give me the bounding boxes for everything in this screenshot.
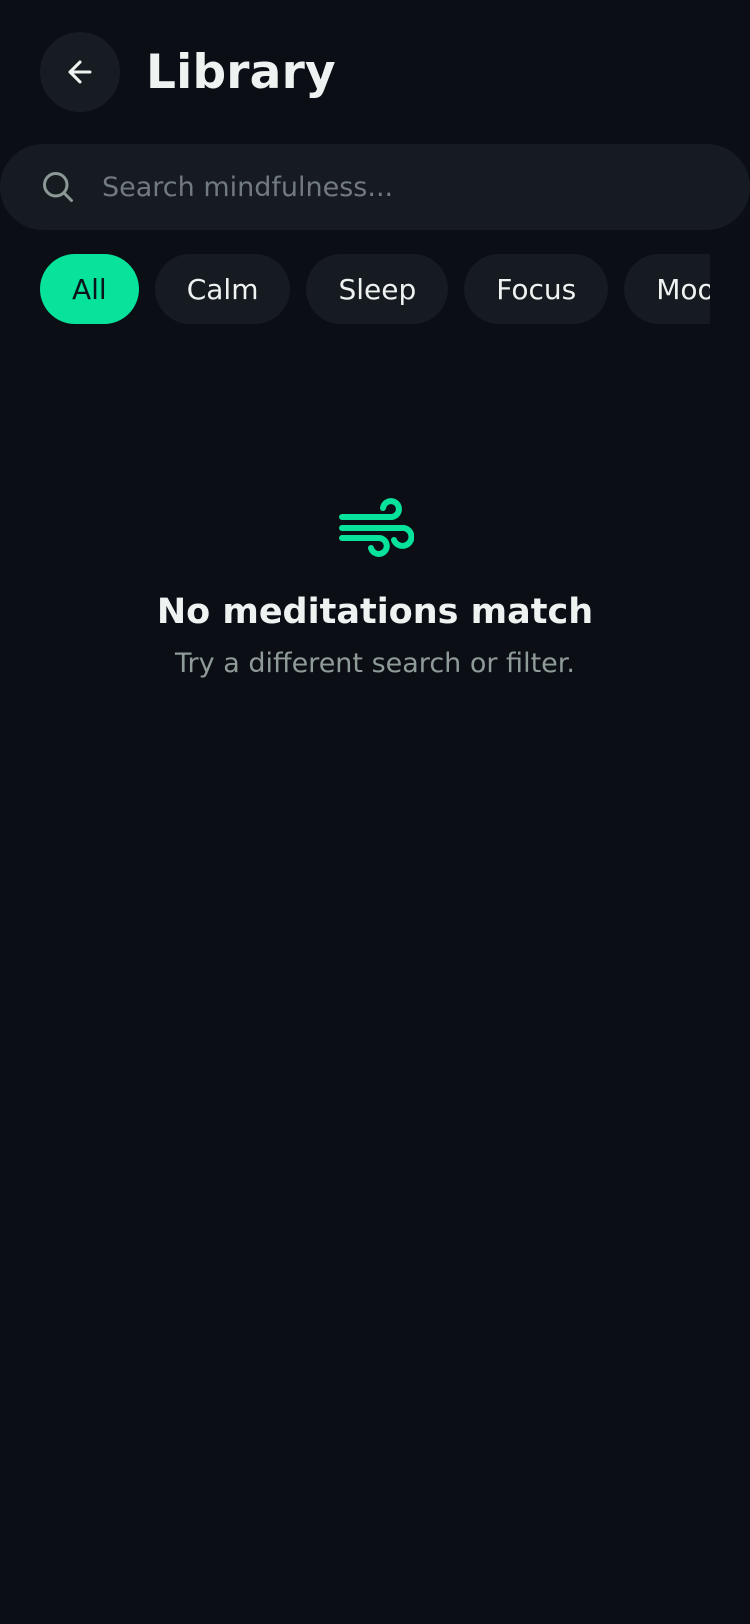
wind-icon	[339, 498, 414, 557]
chip-label: All	[72, 272, 107, 306]
search-bar[interactable]	[0, 144, 750, 230]
filter-chip-sleep[interactable]: Sleep	[306, 254, 449, 324]
search-input[interactable]	[100, 156, 750, 218]
chip-label: Sleep	[338, 272, 417, 306]
page-title: Library	[146, 44, 336, 100]
empty-state: No meditations match Try a different sea…	[0, 490, 750, 679]
filter-chip-all[interactable]: All	[40, 254, 139, 324]
empty-state-subtitle: Try a different search or filter.	[175, 648, 575, 679]
chip-label: Focus	[496, 272, 577, 306]
chip-label: Calm	[186, 272, 259, 306]
empty-state-title: No meditations match	[156, 592, 594, 632]
library-screen: Library All Calm Sleep Focus Mood N	[0, 0, 750, 1624]
search-icon	[43, 172, 73, 202]
filter-chip-mood[interactable]: Mood	[624, 254, 710, 324]
filter-chips: All Calm Sleep Focus Mood	[40, 254, 710, 324]
header: Library	[40, 32, 336, 112]
filter-chip-focus[interactable]: Focus	[464, 254, 609, 324]
filter-chip-calm[interactable]: Calm	[154, 254, 291, 324]
back-button[interactable]	[40, 32, 120, 112]
arrow-left-icon	[68, 60, 92, 84]
chip-label: Mood	[656, 272, 710, 306]
